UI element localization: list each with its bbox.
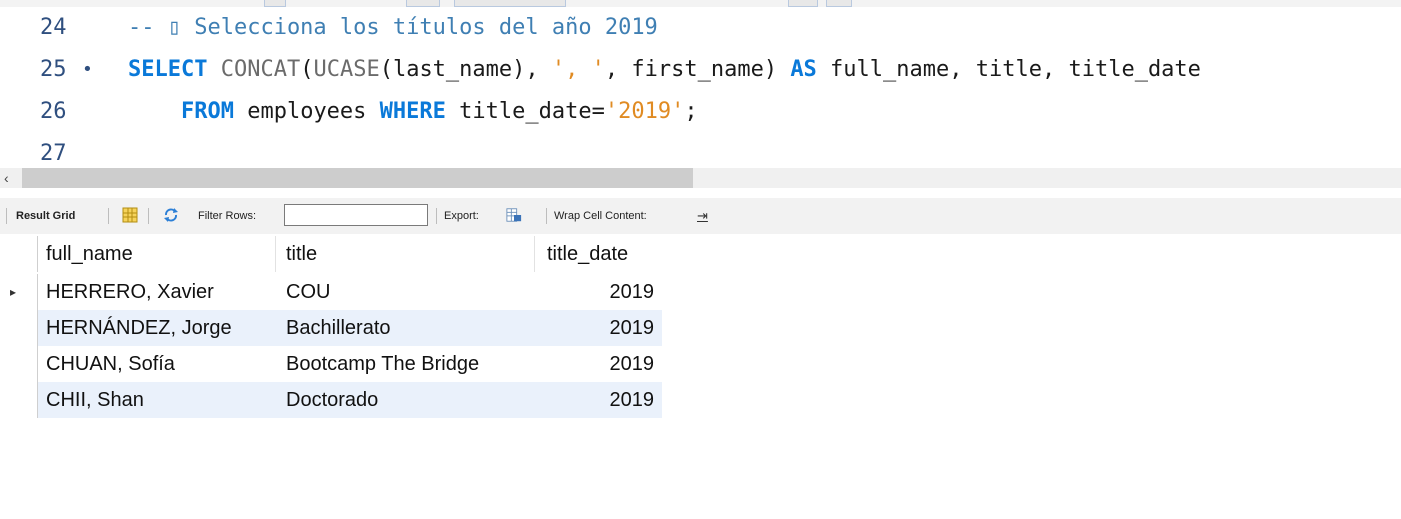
current-row-arrow-icon: ▸ <box>10 285 17 299</box>
cell-full-name[interactable]: CHII, Shan <box>38 382 276 418</box>
cell-title-date[interactable]: 2019 <box>535 310 662 346</box>
sql-text: title_date= <box>445 99 605 124</box>
wrap-cell-content-icon[interactable]: ⇥ <box>697 198 708 234</box>
table-row[interactable]: CHII, Shan Doctorado 2019 <box>0 382 662 418</box>
sql-string: '2019' <box>604 99 685 124</box>
sql-text: ( <box>300 57 314 82</box>
result-grid-tab[interactable]: Result Grid <box>16 198 75 234</box>
sql-keyword: AS <box>790 57 817 82</box>
sql-indent <box>128 99 181 124</box>
row-selector[interactable]: ▸ <box>0 274 38 310</box>
editor-toolbar-remnant <box>0 0 1401 7</box>
result-toolbar: Result Grid Filter Rows: Export: Wrap Ce… <box>0 198 1401 234</box>
line-number: 24 <box>40 15 67 40</box>
column-header-title[interactable]: title <box>276 236 535 272</box>
sql-string: ', ' <box>551 57 605 82</box>
sql-text: full_name, title, title_date <box>816 57 1201 82</box>
table-row[interactable]: CHUAN, Sofía Bootcamp The Bridge 2019 <box>0 346 662 382</box>
toolbar-dropdown-fragment[interactable] <box>454 0 566 7</box>
cell-title[interactable]: COU <box>276 274 535 310</box>
filter-rows-label: Filter Rows: <box>198 210 257 222</box>
cell-title[interactable]: Bootcamp The Bridge <box>276 346 535 382</box>
wrap-cell-content-label: Wrap Cell Content: <box>554 210 647 222</box>
editor-line[interactable]: 27 <box>0 136 1401 168</box>
row-selector[interactable] <box>0 382 38 418</box>
editor-horizontal-scrollbar[interactable]: ‹ <box>0 168 1401 188</box>
column-header-title-date[interactable]: title_date <box>535 236 662 272</box>
export-label: Export: <box>444 210 479 222</box>
cell-full-name[interactable]: HERNÁNDEZ, Jorge <box>38 310 276 346</box>
refresh-icon[interactable] <box>163 207 179 223</box>
row-selector-header[interactable] <box>0 236 38 272</box>
sql-function: CONCAT <box>220 57 301 82</box>
filter-rows-input[interactable] <box>284 204 428 226</box>
cell-full-name[interactable]: CHUAN, Sofía <box>38 346 276 382</box>
editor-line[interactable]: 26 FROM employees WHERE title_date='2019… <box>0 94 1401 130</box>
toolbar-button-fragment[interactable] <box>788 0 818 7</box>
toolbar-separator <box>148 208 149 224</box>
toolbar-button-fragment[interactable] <box>264 0 286 7</box>
table-row[interactable]: HERNÁNDEZ, Jorge Bachillerato 2019 <box>0 310 662 346</box>
row-selector[interactable] <box>0 346 38 382</box>
editor-line[interactable]: 24 -- ▯ Selecciona los títulos del año 2… <box>0 10 1401 46</box>
line-number: 27 <box>40 141 67 166</box>
cell-title-date[interactable]: 2019 <box>535 346 662 382</box>
toolbar-separator <box>108 208 109 224</box>
sql-keyword: FROM <box>180 99 234 124</box>
sql-keyword: WHERE <box>379 99 446 124</box>
row-selector[interactable] <box>0 310 38 346</box>
line-number: 26 <box>40 99 67 124</box>
sql-editor[interactable]: 24 -- ▯ Selecciona los títulos del año 2… <box>0 0 1401 168</box>
toolbar-button-fragment[interactable] <box>826 0 852 7</box>
sql-text: employees <box>233 99 380 124</box>
form-editor-icon[interactable] <box>122 207 138 223</box>
table-row[interactable]: ▸ HERRERO, Xavier COU 2019 <box>0 274 662 310</box>
editor-line[interactable]: 25 • SELECT CONCAT(UCASE(last_name), ', … <box>0 52 1401 88</box>
sql-text: (last_name), <box>379 57 552 82</box>
scroll-left-arrow-icon[interactable]: ‹ <box>4 168 9 188</box>
sql-code: FROM employees WHERE title_date='2019'; <box>128 94 698 130</box>
cell-title-date[interactable]: 2019 <box>535 382 662 418</box>
cell-title-date[interactable]: 2019 <box>535 274 662 310</box>
scrollbar-thumb[interactable] <box>22 168 693 188</box>
sql-text: , first_name) <box>604 57 791 82</box>
toolbar-separator <box>436 208 437 224</box>
cell-title[interactable]: Bachillerato <box>276 310 535 346</box>
statement-marker-icon: • <box>82 59 93 80</box>
cell-title[interactable]: Doctorado <box>276 382 535 418</box>
grid-header-row: full_name title title_date <box>0 236 662 272</box>
sql-text: ; <box>684 99 698 124</box>
column-header-full-name[interactable]: full_name <box>38 236 276 272</box>
toolbar-button-fragment[interactable] <box>406 0 440 7</box>
sql-code: SELECT CONCAT(UCASE(last_name), ', ', fi… <box>128 52 1201 88</box>
toolbar-separator <box>546 208 547 224</box>
sql-keyword: SELECT <box>128 57 208 82</box>
cell-full-name[interactable]: HERRERO, Xavier <box>38 274 276 310</box>
sql-comment: -- ▯ Selecciona los títulos del año 2019 <box>128 15 658 40</box>
export-icon[interactable] <box>506 207 522 223</box>
toolbar-separator <box>6 208 7 224</box>
sql-function: UCASE <box>313 57 380 82</box>
